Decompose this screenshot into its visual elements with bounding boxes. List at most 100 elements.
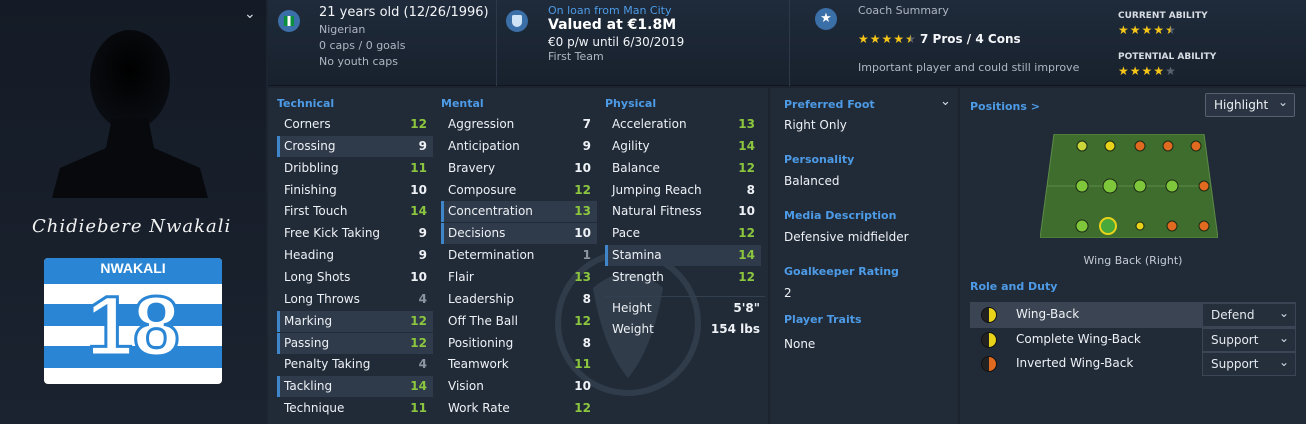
attribute-row[interactable]: Penalty Taking 4: [277, 354, 433, 375]
attribute-name: Determination: [448, 248, 535, 263]
attribute-row[interactable]: Vision 10: [441, 376, 597, 397]
attribute-value: 12: [574, 313, 591, 328]
attribute-row[interactable]: Balance 12: [605, 158, 761, 179]
duty-dropdown[interactable]: Support ⌄: [1202, 327, 1296, 352]
highlight-dropdown[interactable]: Highlight ⌄: [1205, 93, 1295, 117]
attribute-row[interactable]: Technique 11: [277, 398, 433, 419]
attribute-row[interactable]: Work Rate 12: [441, 398, 597, 419]
attribute-row[interactable]: Positioning 8: [441, 333, 597, 354]
attribute-value: 13: [738, 117, 755, 131]
position-marker[interactable]: [1165, 179, 1179, 193]
attribute-value: 11: [410, 160, 427, 175]
attribute-row[interactable]: Heading 9: [277, 245, 433, 266]
attribute-row[interactable]: Teamwork 11: [441, 354, 597, 375]
attribute-name: Vision: [448, 379, 484, 394]
attribute-row[interactable]: Pace 12: [605, 223, 761, 244]
attribute-row[interactable]: Passing 12: [277, 332, 433, 354]
position-marker[interactable]: [1166, 220, 1178, 232]
attribute-value: 10: [574, 226, 591, 241]
positions-link[interactable]: Positions >: [970, 100, 1040, 113]
position-marker[interactable]: [1198, 180, 1210, 192]
youth-caps: No youth caps: [319, 55, 398, 68]
attribute-row[interactable]: Leadership 8: [441, 289, 597, 310]
weight-value: 154 lbs: [710, 322, 760, 336]
attribute-row[interactable]: Flair 13: [441, 267, 597, 288]
nationality[interactable]: Nigerian: [319, 23, 365, 36]
attribute-name: Technique: [284, 401, 345, 416]
attribute-row[interactable]: Strength 12: [605, 267, 761, 288]
pros-cons[interactable]: 7 Pros / 4 Cons: [920, 32, 1021, 46]
attribute-name: Balance: [612, 160, 660, 175]
attribute-row[interactable]: Marking 12: [277, 310, 433, 332]
attribute-row[interactable]: Concentration 13: [441, 201, 597, 223]
attribute-name: Marking: [284, 313, 333, 328]
club-badge-icon[interactable]: [506, 10, 528, 32]
position-marker[interactable]: [1075, 179, 1089, 193]
attribute-name: First Touch: [284, 204, 348, 219]
attribute-name: Concentration: [448, 204, 533, 219]
attribute-row[interactable]: Free Kick Taking 9: [277, 223, 433, 244]
shirt-name: NWAKALI: [100, 260, 166, 276]
star-icon: ★: [1118, 23, 1129, 37]
position-marker[interactable]: [1190, 140, 1202, 152]
position-marker[interactable]: [1076, 140, 1088, 152]
position-marker[interactable]: [1104, 140, 1116, 152]
attribute-row[interactable]: Dribbling 11: [277, 158, 433, 179]
coach-summary-title: Coach Summary: [858, 4, 949, 17]
attribute-row[interactable]: Stamina 14: [605, 245, 761, 267]
attribute-row[interactable]: Natural Fitness 10: [605, 201, 761, 222]
star-icon: ★: [1118, 64, 1129, 78]
attribute-row[interactable]: Corners 12: [277, 114, 433, 135]
attribute-row[interactable]: Finishing 10: [277, 180, 433, 201]
attribute-row[interactable]: Off The Ball 12: [441, 311, 597, 332]
position-marker[interactable]: [1198, 220, 1210, 232]
shirt-number: 18: [85, 278, 181, 375]
attribute-name: Finishing: [284, 182, 337, 197]
star-icon: ★: [1153, 23, 1165, 37]
attribute-row[interactable]: Decisions 10: [441, 223, 597, 245]
attribute-row[interactable]: Long Throws 4: [277, 289, 433, 310]
position-marker[interactable]: [1133, 179, 1147, 193]
attribute-value: 9: [582, 138, 591, 153]
attribute-row[interactable]: Acceleration 13: [605, 114, 761, 135]
attribute-row[interactable]: Agility 14: [605, 136, 761, 157]
attribute-row[interactable]: Anticipation 9: [441, 136, 597, 157]
attribute-row[interactable]: Jumping Reach 8: [605, 180, 761, 201]
attribute-row[interactable]: Composure 12: [441, 180, 597, 201]
position-marker[interactable]: [1099, 217, 1117, 235]
attribute-row[interactable]: Aggression 7: [441, 114, 597, 135]
star-icon: ★: [1153, 64, 1165, 78]
position-marker[interactable]: [1075, 219, 1089, 233]
attribute-value: 1: [582, 248, 591, 263]
position-marker[interactable]: [1102, 178, 1118, 194]
attribute-row[interactable]: Tackling 14: [277, 376, 433, 398]
role-row[interactable]: Inverted Wing-Back Support ⌄: [970, 352, 1296, 376]
details-chevron-icon[interactable]: ⌄: [940, 94, 951, 109]
preferred-foot-label: Preferred Foot: [784, 98, 875, 111]
attribute-name: Natural Fitness: [612, 204, 702, 219]
duty-dropdown[interactable]: Support ⌄: [1202, 352, 1296, 376]
role-name: Wing-Back: [1016, 307, 1080, 321]
role-row[interactable]: Wing-Back Defend ⌄: [970, 303, 1296, 327]
position-marker[interactable]: [1135, 221, 1145, 231]
attribute-value: 12: [410, 117, 427, 131]
attribute-row[interactable]: Determination 1: [441, 245, 597, 266]
position-marker[interactable]: [1134, 140, 1146, 152]
attribute-row[interactable]: Long Shots 10: [277, 267, 433, 288]
role-row[interactable]: Complete Wing-Back Support ⌄: [970, 327, 1296, 352]
duty-dropdown[interactable]: Defend ⌄: [1202, 303, 1296, 327]
collapse-chevron-icon[interactable]: ⌄: [244, 6, 256, 22]
position-marker[interactable]: [1162, 140, 1174, 152]
attribute-value: 9: [418, 138, 427, 153]
attribute-row[interactable]: Crossing 9: [277, 135, 433, 157]
attribute-name: Work Rate: [448, 401, 510, 416]
attribute-row[interactable]: First Touch 14: [277, 201, 433, 222]
attribute-row[interactable]: Bravery 10: [441, 158, 597, 179]
loan-link[interactable]: On loan from Man City: [548, 4, 671, 17]
attribute-value: 7: [582, 117, 591, 131]
attribute-name: Jumping Reach: [612, 182, 702, 197]
attribute-name: Passing: [284, 335, 330, 350]
attribute-value: 10: [574, 379, 591, 394]
attribute-name: Flair: [448, 269, 474, 284]
role-duty-header: Role and Duty: [970, 280, 1058, 293]
